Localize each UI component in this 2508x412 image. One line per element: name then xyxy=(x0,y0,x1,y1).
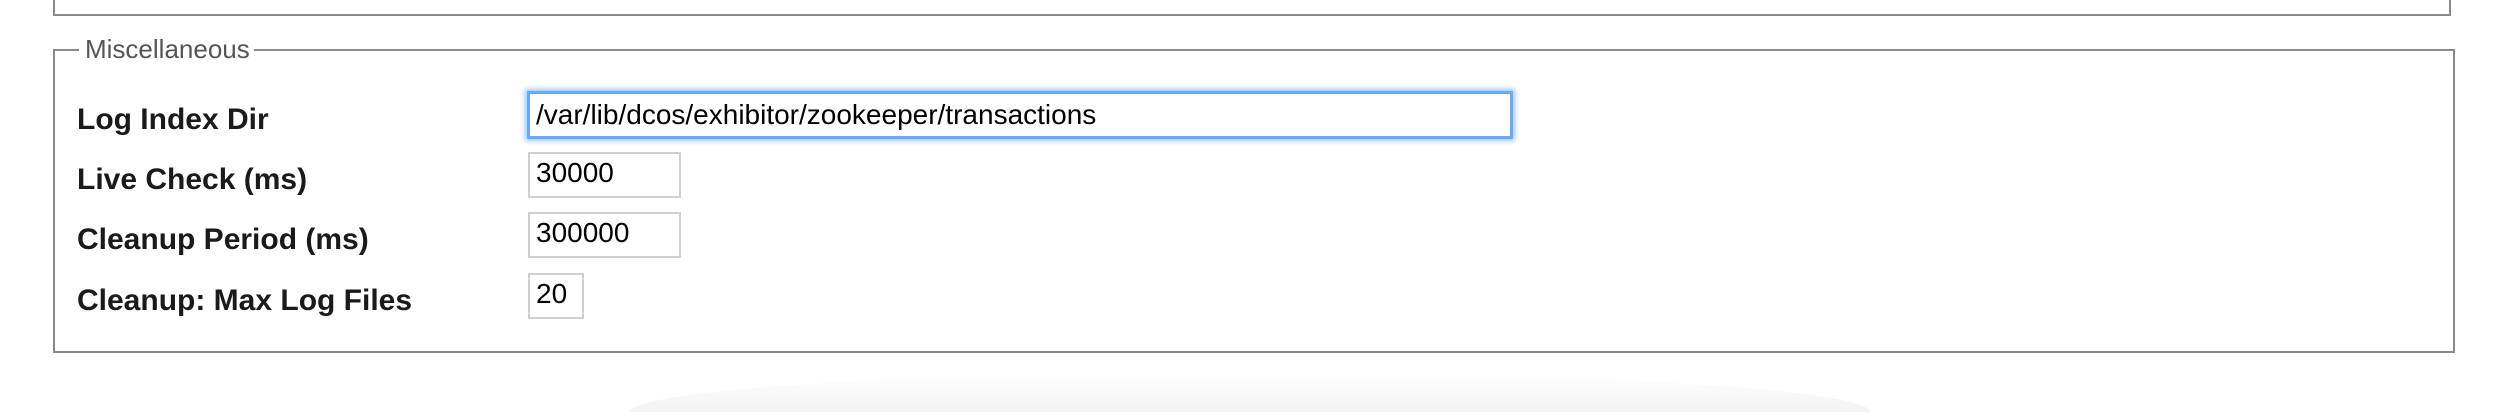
live-check-input[interactable]: 30000 xyxy=(528,152,681,198)
cleanup-period-label: Cleanup Period (ms) xyxy=(77,223,369,256)
cleanup-period-input[interactable]: 300000 xyxy=(528,212,681,258)
cleanup-max-log-files-label: Cleanup: Max Log Files xyxy=(77,284,413,317)
log-index-dir-label: Log Index Dir xyxy=(77,103,269,136)
miscellaneous-legend: Miscellaneous xyxy=(79,34,254,64)
page-bottom-shadow xyxy=(630,372,1870,412)
log-index-dir-input[interactable]: /var/lib/dcos/exhibitor/zookeeper/transa… xyxy=(527,91,1513,139)
miscellaneous-fieldset: Miscellaneous Log Index Dir /var/lib/dco… xyxy=(53,34,2455,353)
live-check-label: Live Check (ms) xyxy=(77,163,308,196)
previous-fieldset-border xyxy=(53,0,2451,16)
cleanup-max-log-files-input[interactable]: 20 xyxy=(528,273,584,319)
